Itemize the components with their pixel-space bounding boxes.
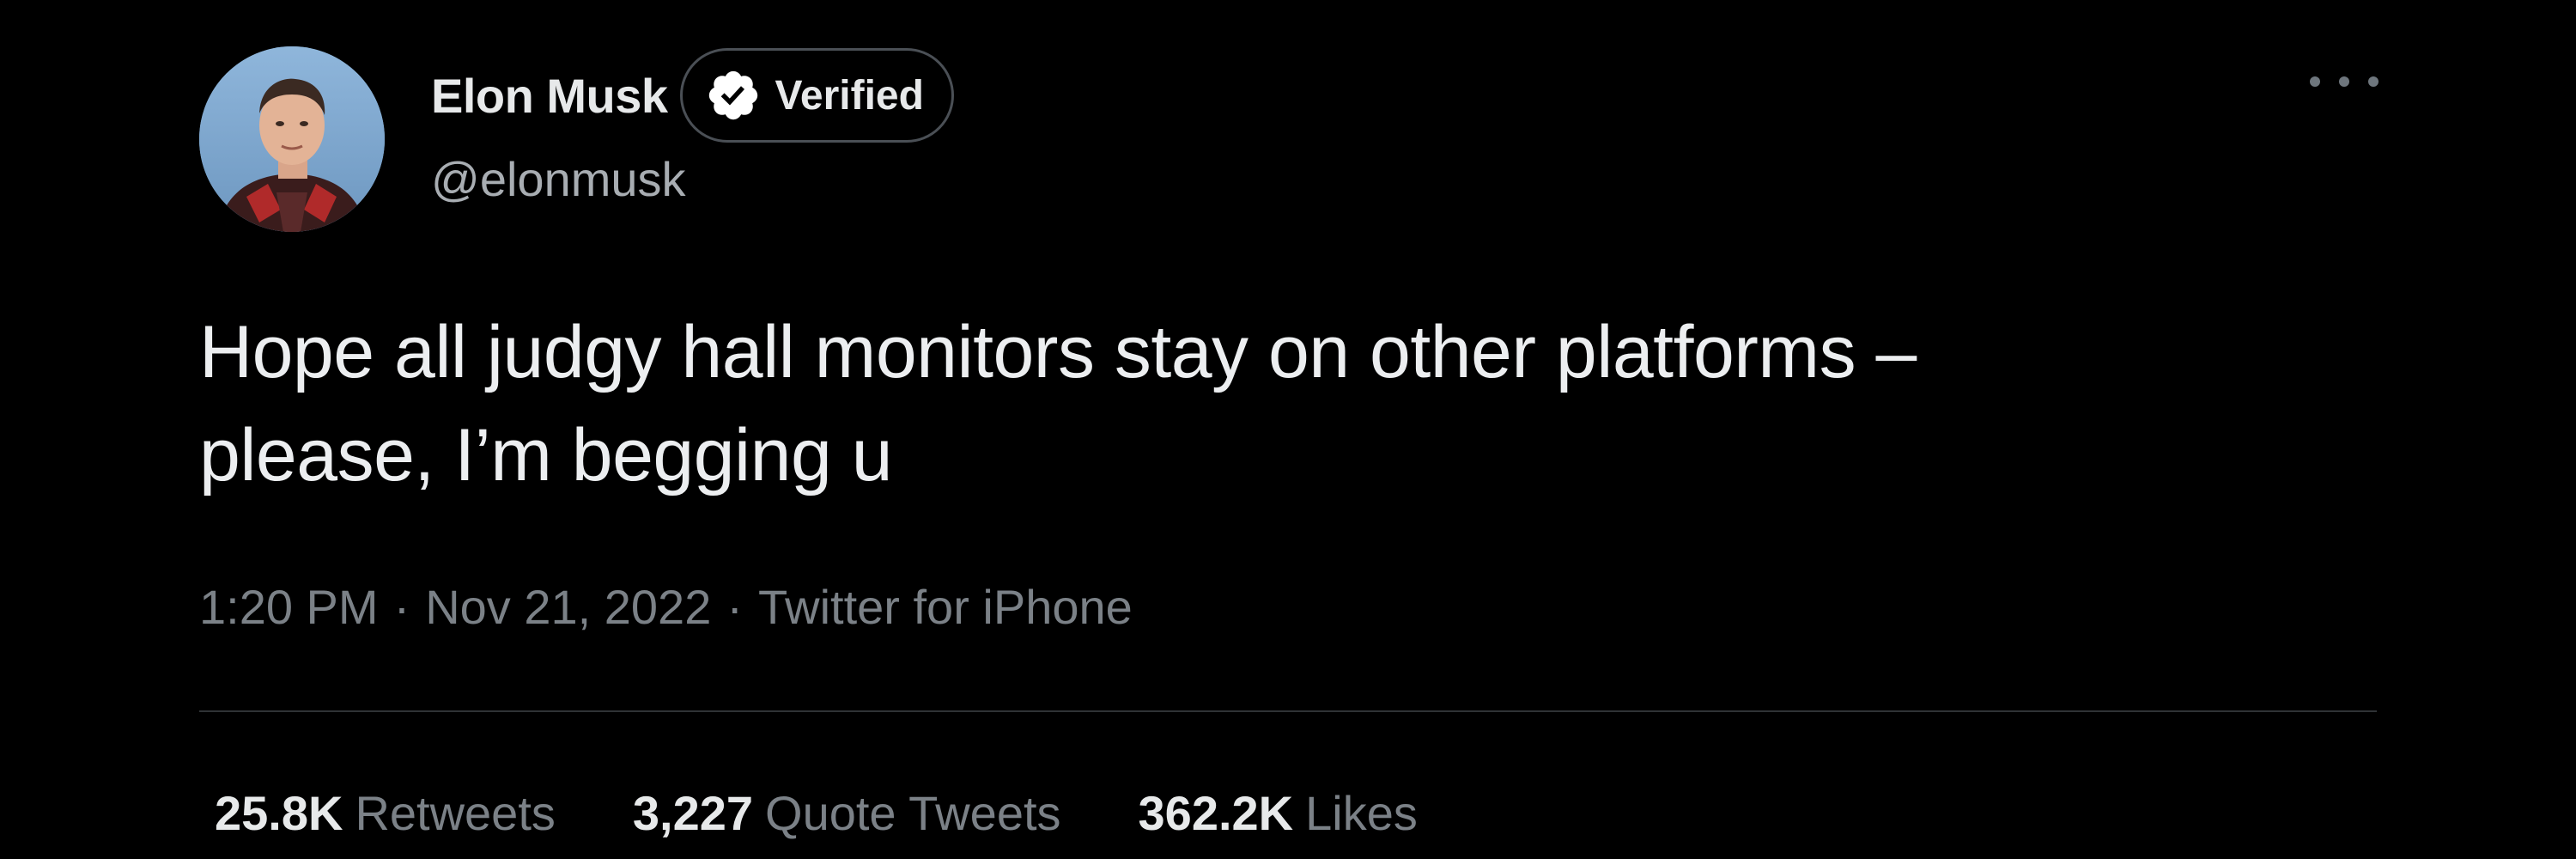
likes-count: 362.2K bbox=[1138, 786, 1294, 840]
verified-label: Verified bbox=[775, 72, 924, 119]
tweet-card: Elon Musk Verified @elonmusk Hope all ju… bbox=[0, 0, 2576, 859]
verified-badge-icon bbox=[708, 70, 757, 120]
tweet-text-line: Hope all judgy hall monitors stay on oth… bbox=[199, 311, 1917, 393]
more-horizontal-icon bbox=[2310, 76, 2320, 87]
author-display-name[interactable]: Elon Musk bbox=[431, 68, 668, 124]
more-horizontal-icon bbox=[2368, 76, 2379, 87]
quote-tweets-stat[interactable]: 3,227 Quote Tweets bbox=[633, 785, 1061, 841]
likes-label: Likes bbox=[1305, 786, 1418, 840]
retweets-label: Retweets bbox=[355, 786, 556, 840]
more-options-button[interactable] bbox=[2310, 60, 2379, 103]
author-name-row: Elon Musk Verified bbox=[431, 46, 954, 144]
meta-separator: · bbox=[393, 580, 410, 634]
retweets-count: 25.8K bbox=[215, 786, 343, 840]
avatar[interactable] bbox=[199, 46, 385, 232]
author-handle[interactable]: @elonmusk bbox=[431, 151, 686, 207]
likes-stat[interactable]: 362.2K Likes bbox=[1139, 785, 1418, 841]
tweet-time[interactable]: 1:20 PM bbox=[199, 579, 379, 635]
retweets-stat[interactable]: 25.8K Retweets bbox=[215, 785, 556, 841]
divider bbox=[199, 710, 2377, 712]
tweet-text: Hope all judgy hall monitors stay on oth… bbox=[199, 301, 2397, 507]
verified-pill[interactable]: Verified bbox=[679, 48, 954, 143]
quote-tweets-label: Quote Tweets bbox=[765, 786, 1061, 840]
quote-tweets-count: 3,227 bbox=[632, 786, 754, 840]
tweet-stats: 25.8K Retweets 3,227 Quote Tweets 362.2K… bbox=[215, 785, 1418, 841]
tweet-source[interactable]: Twitter for iPhone bbox=[758, 579, 1133, 635]
tweet-text-line: please, I’m begging u bbox=[199, 414, 893, 497]
avatar-image bbox=[199, 46, 385, 232]
more-horizontal-icon bbox=[2339, 76, 2349, 87]
tweet-date[interactable]: Nov 21, 2022 bbox=[425, 579, 711, 635]
tweet-metadata: 1:20 PM · Nov 21, 2022 · Twitter for iPh… bbox=[199, 579, 1133, 635]
meta-separator: · bbox=[726, 580, 744, 634]
